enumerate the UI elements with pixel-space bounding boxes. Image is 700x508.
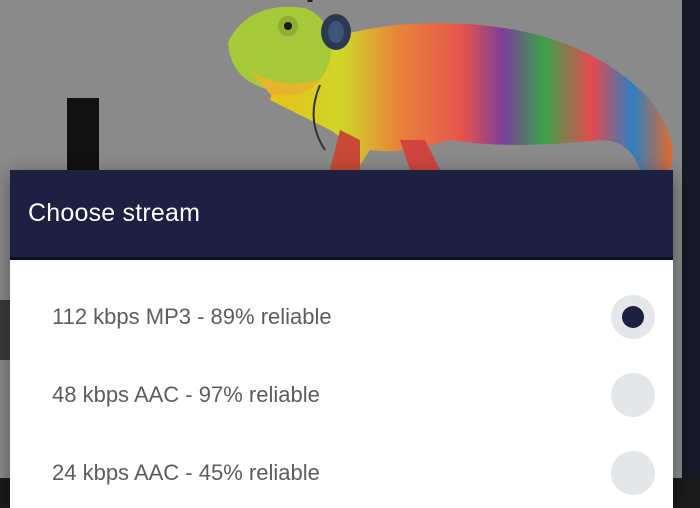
background-element	[0, 300, 10, 360]
dialog-title: Choose stream	[28, 199, 201, 227]
stream-options-list: 112 kbps MP3 - 89% reliable 48 kbps AAC …	[10, 260, 673, 508]
choose-stream-dialog: Choose stream 112 kbps MP3 - 89% reliabl…	[10, 170, 673, 508]
stream-option-label: 24 kbps AAC - 45% reliable	[52, 460, 320, 485]
radio-button[interactable]	[611, 451, 655, 495]
stream-option-label: 112 kbps MP3 - 89% reliable	[52, 304, 332, 329]
stream-option-48-aac[interactable]: 48 kbps AAC - 97% reliable	[10, 356, 673, 434]
stream-option-24-aac[interactable]: 24 kbps AAC - 45% reliable	[10, 434, 673, 508]
stream-option-label: 48 kbps AAC - 97% reliable	[52, 382, 320, 407]
chameleon-mascot-icon	[228, 0, 673, 170]
stream-option-112-mp3[interactable]: 112 kbps MP3 - 89% reliable	[10, 278, 673, 356]
radio-button[interactable]	[611, 373, 655, 417]
radio-button-selected[interactable]	[611, 295, 655, 339]
dialog-header: Choose stream	[10, 170, 673, 260]
background-edge	[682, 0, 700, 508]
background-bar	[67, 98, 99, 178]
